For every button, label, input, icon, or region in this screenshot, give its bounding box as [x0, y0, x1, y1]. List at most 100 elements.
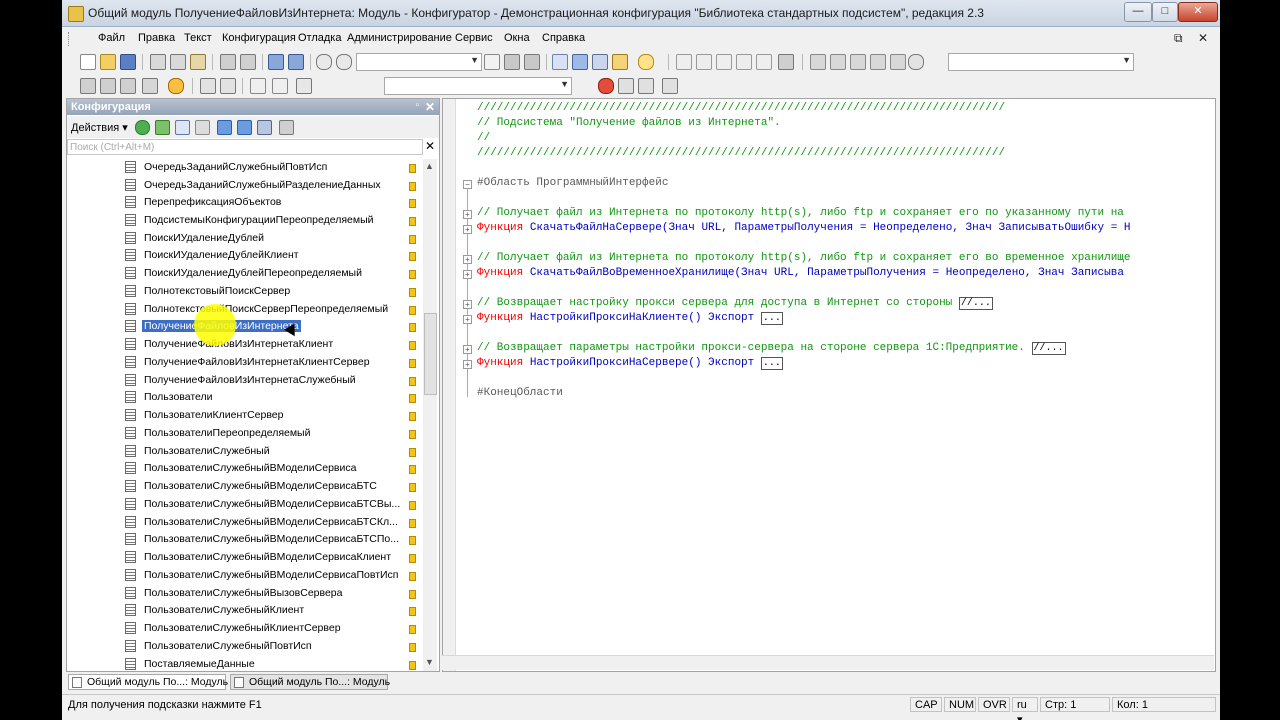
comment-icon[interactable]	[250, 78, 266, 94]
step-out-icon[interactable]	[716, 54, 732, 70]
window-tab-active[interactable]: Общий модуль По...: Модуль	[68, 674, 228, 690]
move-down-icon[interactable]	[237, 120, 252, 135]
add-icon[interactable]	[135, 120, 150, 135]
tree-item[interactable]: ПолучениеФайловИзИнтернетаКлиентСервер	[125, 354, 421, 371]
mdi-close-icon[interactable]: ✕	[1198, 31, 1208, 45]
compare-icon[interactable]	[220, 78, 236, 94]
panel-close-icon[interactable]: ✕	[425, 100, 435, 114]
scroll-down-icon[interactable]: ▼	[425, 657, 434, 667]
copy-module-icon[interactable]	[200, 78, 216, 94]
tree-item[interactable]: ПолнотекстовыйПоискСервер	[125, 283, 421, 300]
tree-item[interactable]: ПользователиСлужебный	[125, 443, 421, 460]
tree-item[interactable]: ОчередьЗаданийСлужебныйРазделениеДанных	[125, 177, 421, 194]
collapsed-block[interactable]: //...	[958, 297, 993, 310]
fold-toggle-icon[interactable]: +	[463, 300, 472, 309]
window-tab[interactable]: Общий модуль По...: Модуль	[230, 674, 390, 690]
grid-icon[interactable]	[100, 78, 116, 94]
braces-icon[interactable]	[756, 54, 772, 70]
syntax-check-icon[interactable]	[830, 54, 846, 70]
window-icon[interactable]	[552, 54, 568, 70]
table-icon[interactable]	[120, 78, 136, 94]
fold-toggle-icon[interactable]: +	[463, 270, 472, 279]
cut-icon[interactable]	[150, 54, 166, 70]
collapsed-block[interactable]: //...	[1031, 342, 1066, 355]
sheet-icon[interactable]	[142, 78, 158, 94]
minimize-button[interactable]: —	[1124, 2, 1152, 22]
tree-item[interactable]: ПользователиСлужебныйВМоделиСервисаБТСКл…	[125, 514, 421, 531]
module-icon[interactable]	[810, 54, 826, 70]
redo-icon[interactable]	[288, 54, 304, 70]
tree-item[interactable]: ПодсистемыКонфигурацииПереопределяемый	[125, 212, 421, 229]
menu-windows[interactable]: Окна	[504, 32, 530, 44]
procedures-icon[interactable]	[850, 54, 866, 70]
filter-icon[interactable]	[279, 120, 294, 135]
tree-item[interactable]: ПолучениеФайловИзИнтернетаКлиент	[125, 336, 421, 353]
menu-administration[interactable]: Администрирование	[347, 32, 452, 44]
actions-menu[interactable]: Действия ▾	[71, 121, 128, 134]
debug-item-icon[interactable]	[618, 78, 634, 94]
fold-toggle-icon[interactable]: −	[463, 180, 472, 189]
menu-file[interactable]: Файл	[98, 32, 125, 44]
preview-icon[interactable]	[240, 54, 256, 70]
save-icon[interactable]	[120, 54, 136, 70]
undo-icon[interactable]	[268, 54, 284, 70]
fold-toggle-icon[interactable]: +	[463, 360, 472, 369]
run-to-cursor-icon[interactable]	[736, 54, 752, 70]
find-icon[interactable]	[316, 54, 332, 70]
step-into-icon[interactable]	[676, 54, 692, 70]
run-icon[interactable]	[168, 78, 184, 94]
tree-item[interactable]: ПользователиСлужебныйКлиентСервер	[125, 620, 421, 637]
tree-item[interactable]: ПользователиСлужебныйВМоделиСервисаБТСПо…	[125, 531, 421, 548]
tree-scrollbar[interactable]: ▲ ▼	[423, 159, 437, 671]
new-icon[interactable]	[80, 54, 96, 70]
language-selector[interactable]: ru ▾	[1012, 697, 1038, 720]
maximize-button[interactable]: □	[1152, 2, 1178, 22]
move-up-icon[interactable]	[217, 120, 232, 135]
scroll-thumb[interactable]	[424, 313, 437, 395]
delete-icon[interactable]	[195, 120, 210, 135]
open-icon[interactable]	[100, 54, 116, 70]
fold-toggle-icon[interactable]: +	[463, 210, 472, 219]
collapsed-block[interactable]: ...	[760, 312, 783, 325]
fold-toggle-icon[interactable]: +	[463, 255, 472, 264]
tree-item[interactable]: ПользователиСлужебныйПовтИсп	[125, 638, 421, 655]
tree-item[interactable]: ПерепрефиксацияОбъектов	[125, 194, 421, 211]
menu-service[interactable]: Сервис	[455, 32, 493, 44]
menu-text[interactable]: Текст	[184, 32, 212, 44]
tree-item-selected[interactable]: ПолучениеФайловИзИнтернета	[125, 318, 421, 335]
template-icon[interactable]	[890, 54, 906, 70]
zoom-icon[interactable]	[336, 54, 352, 70]
copy-icon[interactable]	[170, 54, 186, 70]
debug-list-icon[interactable]	[638, 78, 654, 94]
breakpoint-icon[interactable]	[778, 54, 794, 70]
tree-item[interactable]: ПользователиСлужебныйКлиент	[125, 602, 421, 619]
tree-item[interactable]: ОчередьЗаданийСлужебныйПовтИсп	[125, 159, 421, 176]
menu-help[interactable]: Справка	[542, 32, 585, 44]
tree-item[interactable]: ПользователиСлужебныйВМоделиСервисаБТСВы…	[125, 496, 421, 513]
clear-search-icon[interactable]	[484, 54, 500, 70]
menu-edit[interactable]: Правка	[138, 32, 175, 44]
stop-icon[interactable]	[598, 78, 614, 94]
tree-item[interactable]: ПоискИУдалениеДублейПереопределяемый	[125, 265, 421, 282]
fold-toggle-icon[interactable]: +	[463, 225, 472, 234]
tools-icon[interactable]	[572, 54, 588, 70]
uncomment-icon[interactable]	[272, 78, 288, 94]
tree-item[interactable]: ПоискИУдалениеДублейКлиент	[125, 247, 421, 264]
search-input[interactable]: Поиск (Ctrl+Alt+M)	[67, 139, 423, 155]
step-over-icon[interactable]	[696, 54, 712, 70]
mdi-restore-icon[interactable]: ⧉	[1174, 31, 1183, 46]
sort-icon[interactable]	[257, 120, 272, 135]
scroll-up-icon[interactable]: ▲	[425, 161, 434, 171]
list-icon[interactable]	[80, 78, 96, 94]
copy-item-icon[interactable]	[175, 120, 190, 135]
timer-icon[interactable]	[908, 54, 924, 70]
config-icon[interactable]	[612, 54, 628, 70]
tree-item[interactable]: ПользователиСлужебныйВМоделиСервисаКлиен…	[125, 549, 421, 566]
query-builder-icon[interactable]	[296, 78, 312, 94]
tree-item[interactable]: ПолнотекстовыйПоискСерверПереопределяемы…	[125, 301, 421, 318]
search-combo[interactable]: ▼	[356, 53, 482, 71]
info-icon[interactable]	[638, 54, 654, 70]
pin-icon[interactable]: ▫	[415, 100, 419, 111]
search-clear-icon[interactable]: ✕	[425, 139, 435, 153]
tree-item[interactable]: Пользователи	[125, 389, 421, 406]
